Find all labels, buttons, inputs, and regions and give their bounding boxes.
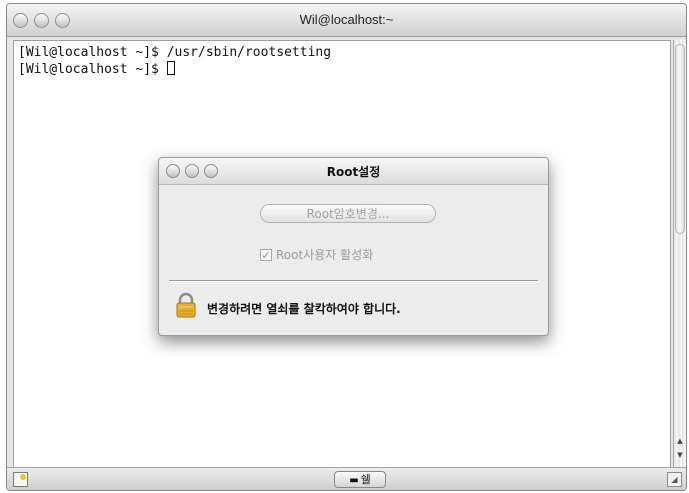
terminal-line-1: [Wil@localhost ~]$ /usr/sbin/rootsetting xyxy=(18,45,332,60)
enable-root-checkbox-row[interactable]: ✓ Root사용자 활성화 xyxy=(260,246,373,263)
enable-root-label: Root사용자 활성화 xyxy=(276,248,374,262)
window-bottombar: ▬ 쉘 ◢ xyxy=(7,467,686,490)
dialog-title: Root설정 xyxy=(326,165,381,179)
scroll-up-icon[interactable]: ▲ xyxy=(674,434,686,448)
dialog-titlebar[interactable]: Root설정 xyxy=(159,158,548,185)
scroll-down-icon[interactable]: ▼ xyxy=(674,448,686,462)
lock-icon[interactable] xyxy=(175,292,197,318)
terminal-icon: ▬ xyxy=(349,475,359,486)
resize-grip-icon[interactable]: ◢ xyxy=(667,472,682,487)
scroll-arrows[interactable]: ▲ ▼ xyxy=(674,434,686,466)
terminal-line-2: [Wil@localhost ~]$ xyxy=(18,61,666,78)
window-title: Wil@localhost:~ xyxy=(299,12,394,27)
window-titlebar[interactable]: Wil@localhost:~ xyxy=(7,4,686,37)
dialog-divider xyxy=(169,280,538,282)
enable-root-checkbox[interactable]: ✓ xyxy=(260,248,272,261)
text-cursor xyxy=(166,61,175,75)
new-tab-icon[interactable] xyxy=(13,472,28,487)
root-settings-dialog: Root설정 Root암호변경... ✓ Root사용자 활성화 변경하려면 열… xyxy=(158,157,549,336)
lock-message: 변경하려면 열쇠를 찰칵하여야 합니다. xyxy=(207,302,401,316)
shell-tab[interactable]: ▬ 쉘 xyxy=(334,471,386,488)
shell-tab-label: 쉘 xyxy=(360,473,371,486)
terminal-prompt: [Wil@localhost ~]$ xyxy=(18,62,167,77)
vertical-scrollbar[interactable]: ▲ ▼ xyxy=(673,40,686,468)
change-root-password-button[interactable]: Root암호변경... xyxy=(260,204,436,223)
scrollbar-thumb[interactable] xyxy=(675,44,685,234)
